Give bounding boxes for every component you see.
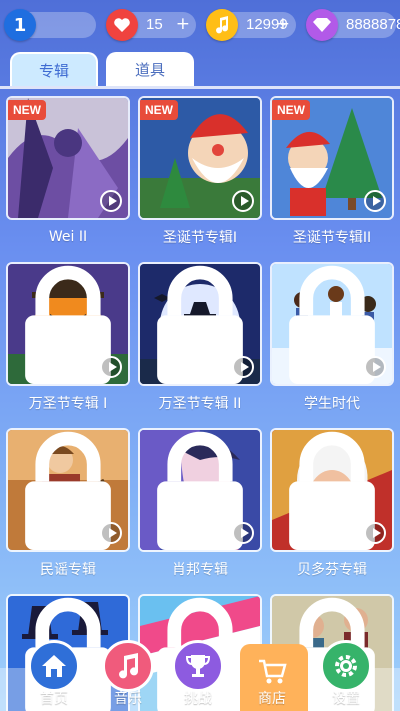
- tab-albums[interactable]: 专辑: [10, 52, 98, 86]
- album-title: 圣诞节专辑II: [292, 230, 372, 246]
- diamonds-pill[interactable]: 88888788: [306, 9, 400, 41]
- nav-home-label: 首页: [40, 691, 68, 707]
- album-card[interactable]: 肖邦专辑: [138, 428, 262, 586]
- play-icon[interactable]: [100, 522, 122, 544]
- tab-divider: [0, 86, 400, 89]
- nav-challenge-label: 挑战: [184, 691, 212, 707]
- album-card[interactable]: NEW 圣诞节专辑II: [270, 96, 394, 254]
- add-hearts-button[interactable]: +: [176, 14, 190, 34]
- album-cover[interactable]: [270, 262, 394, 386]
- status-bar: 1 15 + 12999 + 88888788: [0, 0, 400, 50]
- play-icon[interactable]: [100, 190, 122, 212]
- play-icon[interactable]: [364, 356, 386, 378]
- album-cover[interactable]: [6, 428, 130, 552]
- diamonds-count: 88888788: [346, 16, 400, 33]
- play-icon[interactable]: [232, 522, 254, 544]
- home-icon: [28, 640, 80, 692]
- level-badge: 1: [4, 9, 36, 41]
- trophy-icon: [172, 640, 224, 692]
- album-cover[interactable]: NEW: [138, 96, 262, 220]
- album-title: 万圣节专辑 II: [158, 396, 242, 412]
- album-card[interactable]: 学生时代: [270, 262, 394, 420]
- new-badge: NEW: [8, 100, 46, 120]
- album-cover[interactable]: [270, 428, 394, 552]
- nav-music-label: 音乐: [114, 691, 142, 707]
- heart-icon: [106, 9, 138, 41]
- album-cover[interactable]: [6, 262, 130, 386]
- music-note-icon: [102, 640, 154, 692]
- album-title: Wei II: [48, 229, 88, 245]
- play-icon[interactable]: [100, 356, 122, 378]
- album-card[interactable]: 民谣专辑: [6, 428, 130, 586]
- album-card[interactable]: 万圣节专辑 I: [6, 262, 130, 420]
- album-card[interactable]: 贝多芬专辑: [270, 428, 394, 586]
- album-card[interactable]: NEW 圣诞节专辑I: [138, 96, 262, 254]
- nav-home[interactable]: 首页: [22, 640, 86, 711]
- diamond-icon: [306, 9, 338, 41]
- album-title: 肖邦专辑: [172, 562, 228, 578]
- tab-items[interactable]: 道具: [106, 52, 194, 86]
- nav-settings[interactable]: 设置: [314, 640, 378, 711]
- nav-settings-label: 设置: [332, 691, 360, 707]
- category-tabs: 专辑 道具: [10, 52, 390, 88]
- album-cover[interactable]: NEW: [270, 96, 394, 220]
- play-icon[interactable]: [232, 356, 254, 378]
- album-title: 学生时代: [304, 396, 360, 412]
- notes-pill[interactable]: 12999 +: [206, 9, 296, 41]
- album-cover[interactable]: [138, 262, 262, 386]
- nav-challenge[interactable]: 挑战: [166, 640, 230, 711]
- gear-icon: [320, 640, 372, 692]
- album-cover[interactable]: [138, 428, 262, 552]
- play-icon[interactable]: [364, 522, 386, 544]
- nav-shop-label: 商店: [258, 691, 286, 707]
- play-icon[interactable]: [232, 190, 254, 212]
- nav-music[interactable]: 音乐: [96, 640, 160, 711]
- new-badge: NEW: [140, 100, 178, 120]
- play-icon[interactable]: [364, 190, 386, 212]
- add-notes-button[interactable]: +: [276, 14, 290, 34]
- album-title: 贝多芬专辑: [297, 562, 367, 578]
- album-title: 圣诞节专辑I: [162, 230, 238, 246]
- album-title: 民谣专辑: [40, 562, 96, 578]
- hearts-count: 15: [146, 16, 163, 33]
- level-pill: 1: [4, 9, 96, 41]
- music-note-coin-icon: [206, 9, 238, 41]
- hearts-pill[interactable]: 15 +: [106, 9, 196, 41]
- album-title: 万圣节专辑 I: [28, 396, 108, 412]
- nav-shop[interactable]: 商店: [240, 644, 308, 711]
- new-badge: NEW: [272, 100, 310, 120]
- album-card[interactable]: NEW Wei II: [6, 96, 130, 254]
- album-card[interactable]: 万圣节专辑 II: [138, 262, 262, 420]
- album-cover[interactable]: NEW: [6, 96, 130, 220]
